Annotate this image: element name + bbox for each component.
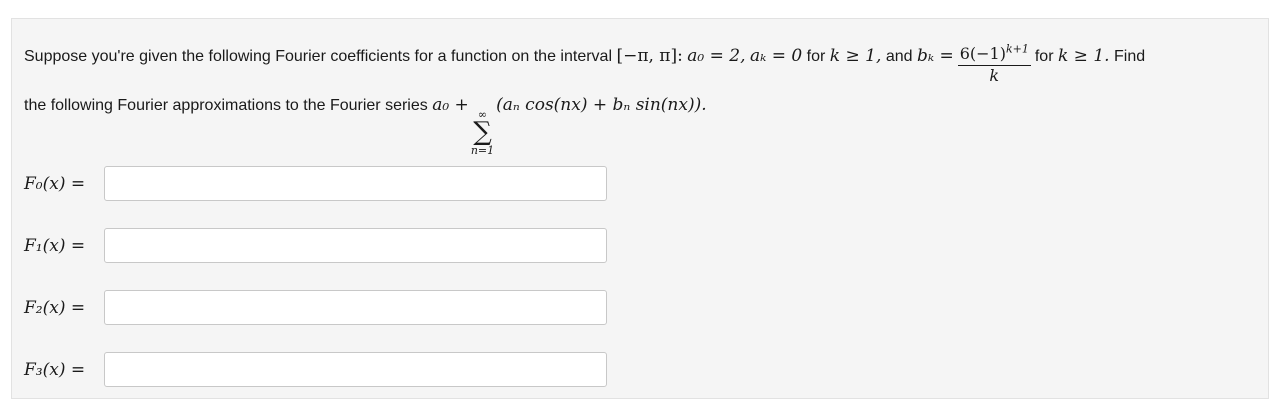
ak-expression: aₖ = 0 — [749, 46, 803, 66]
bk-exponent: k+1 — [1005, 42, 1029, 56]
series-body: (aₙ cos(nx) + bₙ sin(nx)). — [496, 95, 707, 115]
f2-label: F₂(x) = — [24, 297, 86, 318]
sigma-symbol: ∑ — [473, 117, 492, 147]
f1-input[interactable] — [104, 228, 607, 263]
f2-input[interactable] — [104, 290, 607, 325]
f3-label: F₃(x) = — [24, 359, 86, 380]
summation: ∞ ∑ n=1 — [471, 109, 494, 157]
intro-text: Suppose you're given the following Fouri… — [24, 48, 612, 65]
k-condition-2: k ≥ 1. — [1057, 46, 1110, 66]
f0-input[interactable] — [104, 166, 607, 201]
and-text: and — [885, 48, 913, 65]
answer-row-f2: F₂(x) = — [24, 290, 607, 325]
a0-expression: a₀ = 2, — [687, 46, 746, 66]
f3-input[interactable] — [104, 352, 607, 387]
for-text-1: for — [806, 48, 826, 65]
k-condition-1: k ≥ 1, — [829, 46, 882, 66]
bk-fraction-denominator: k — [989, 66, 1000, 85]
answer-row-f0: F₀(x) = — [24, 166, 607, 201]
find-text: Find — [1114, 48, 1146, 65]
series-intro-text: the following Fourier approximations to … — [24, 97, 428, 114]
series-lead: a₀ + — [432, 95, 469, 115]
answer-row-f3: F₃(x) = — [24, 352, 607, 387]
interval-expression: [−π, π]: — [616, 46, 683, 66]
sum-lower-limit: n=1 — [470, 144, 495, 157]
f0-label: F₀(x) = — [24, 173, 86, 194]
f1-label: F₁(x) = — [24, 235, 86, 256]
bk-expression: bₖ = — [916, 46, 954, 66]
for-text-2: for — [1034, 48, 1054, 65]
problem-statement-line-1: Suppose you're given the following Fouri… — [24, 42, 1146, 88]
answer-row-f1: F₁(x) = — [24, 228, 607, 263]
bk-fraction-numerator: 6(−1)k+1 — [957, 42, 1031, 66]
bk-fraction: 6(−1)k+1 k — [957, 42, 1031, 86]
problem-statement-line-2: the following Fourier approximations to … — [24, 95, 707, 157]
